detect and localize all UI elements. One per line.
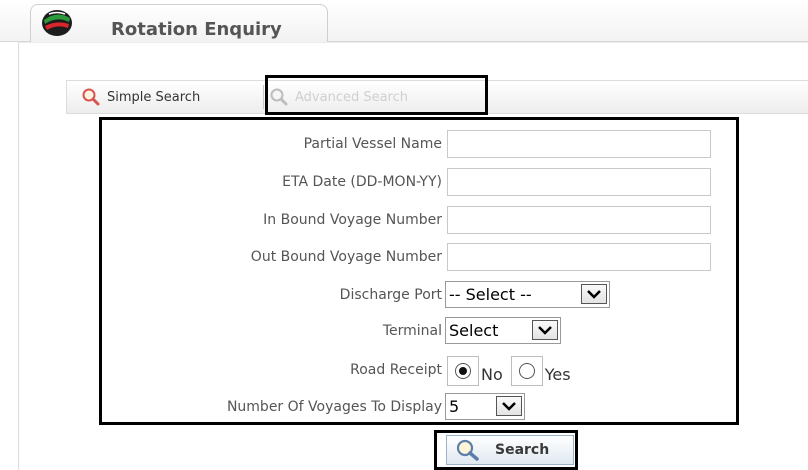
page-tab: Rotation Enquiry (30, 4, 328, 43)
highlight-advanced-tab (265, 75, 488, 115)
highlight-search-button (434, 430, 578, 470)
page-title: Rotation Enquiry (111, 19, 282, 40)
highlight-form (99, 117, 739, 425)
globe-logo-icon (42, 10, 72, 36)
search-icon (82, 88, 100, 106)
tab-simple-search-label: Simple Search (107, 89, 201, 105)
tab-divider (263, 85, 264, 109)
tab-simple-search[interactable]: Simple Search (81, 81, 200, 113)
